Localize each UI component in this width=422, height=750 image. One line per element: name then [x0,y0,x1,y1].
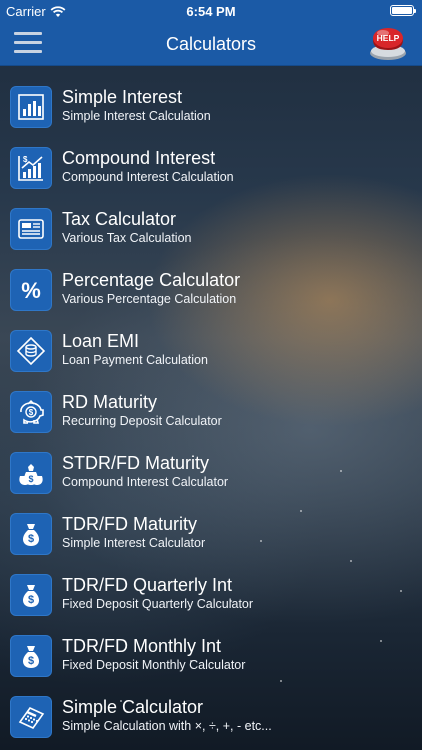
item-subtitle: Fixed Deposit Monthly Calculator [62,658,246,672]
battery-icon [390,5,416,16]
item-title: Percentage Calculator [62,270,241,290]
bar-chart-icon [10,86,52,128]
help-label: HELP [377,33,400,43]
item-subtitle: Various Tax Calculation [62,231,192,245]
tax-document-icon [10,208,52,250]
svg-text:$: $ [28,474,33,484]
list-item-loan-emi[interactable]: Loan EMI Loan Payment Calculation [0,310,422,372]
growth-chart-icon: $ [10,147,52,189]
svg-text:$: $ [28,594,34,606]
item-title: Loan EMI [62,331,140,351]
svg-text:$: $ [28,533,34,545]
money-bag-icon: $ [10,513,52,555]
help-button-icon: HELP [370,28,406,60]
page-title: Calculators [165,34,257,54]
svg-text:$: $ [29,408,34,417]
list-item-compound-interest[interactable]: $ Compound Interest Compound Interest Ca… [0,127,422,189]
list-item-tax-calculator[interactable]: Tax Calculator Various Tax Calculation [0,188,422,250]
list-item-stdr-fd-maturity[interactable]: $ STDR/FD Maturity Compound Interest Cal… [0,432,422,494]
item-subtitle: Simple Calculation with ×, ÷, +, - etc..… [62,719,272,733]
svg-text:$: $ [28,655,34,667]
item-title: RD Maturity [62,392,158,412]
item-title: TDR/FD Maturity [62,514,197,534]
item-subtitle: Simple Interest Calculation [62,109,211,123]
item-subtitle: Recurring Deposit Calculator [62,414,222,428]
status-bar: Carrier 6:54 PM [0,0,422,22]
clock: 6:54 PM [186,4,236,19]
item-subtitle: Fixed Deposit Quarterly Calculator [62,597,254,611]
list-item-tdr-fd-maturity[interactable]: $ TDR/FD Maturity Simple Interest Calcul… [0,493,422,555]
item-title: Simple Calculator [62,697,204,717]
item-title: TDR/FD Quarterly Int [62,575,233,595]
list-item-rd-maturity[interactable]: $ RD Maturity Recurring Deposit Calculat… [0,371,422,433]
money-bags-icon: $ [10,452,52,494]
item-subtitle: Compound Interest Calculator [62,475,229,489]
item-title: STDR/FD Maturity [62,453,210,473]
list-item-tdr-fd-quarterly-int[interactable]: $ TDR/FD Quarterly Int Fixed Deposit Qua… [0,554,422,616]
list-item-simple-interest[interactable]: Simple Interest Simple Interest Calculat… [0,66,422,128]
list-item-percentage-calculator[interactable]: % Percentage Calculator Various Percenta… [0,249,422,311]
list-item-tdr-fd-monthly-int[interactable]: $ TDR/FD Monthly Int Fixed Deposit Month… [0,615,422,677]
item-title: Tax Calculator [62,209,177,229]
list-item-simple-calculator[interactable]: Simple Calculator Simple Calculation wit… [0,676,422,738]
svg-text:%: % [21,278,41,303]
item-subtitle: Loan Payment Calculation [62,353,208,367]
loan-icon [10,330,52,372]
calculator-list: Simple Interest Simple Interest Calculat… [0,66,422,738]
item-title: Compound Interest [62,148,216,168]
item-subtitle: Various Percentage Calculation [62,292,237,306]
item-title: Simple Interest [62,87,183,107]
percent-icon: % [10,269,52,311]
svg-text:$: $ [23,155,28,164]
calculator-icon [10,696,52,738]
money-bag-icon: $ [10,635,52,677]
help-button[interactable]: HELP [368,26,408,62]
money-bag-icon: $ [10,574,52,616]
item-subtitle: Simple Interest Calculator [62,536,206,550]
item-subtitle: Compound Interest Calculation [62,170,234,184]
item-title: TDR/FD Monthly Int [62,636,222,656]
piggy-bank-icon: $ [10,391,52,433]
navigation-bar: Calculators HELP [0,22,422,66]
